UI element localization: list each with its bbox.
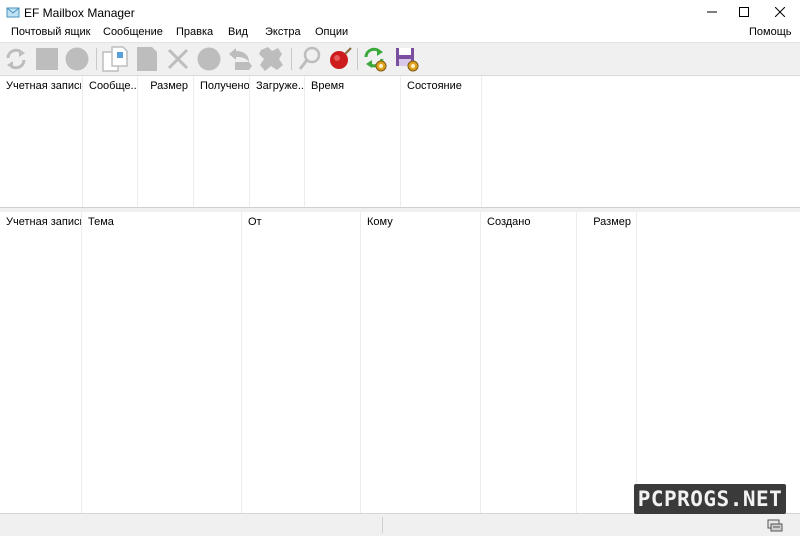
- menu-bar: Почтовый ящик Сообщение Правка Вид Экстр…: [0, 24, 800, 42]
- column-divider: [82, 76, 83, 208]
- column-divider: [360, 212, 361, 513]
- menu-message[interactable]: Сообщение: [101, 26, 165, 38]
- app-icon: [6, 7, 20, 18]
- watermark: PCPROGS.NET: [634, 484, 786, 514]
- accounts-col-time[interactable]: Время: [305, 76, 400, 96]
- menu-extra[interactable]: Экстра: [263, 26, 303, 38]
- toolbar-separator: [291, 48, 292, 70]
- minimize-button[interactable]: [695, 0, 729, 24]
- accounts-table[interactable]: Учетная запись Сообще... Размер Получено…: [0, 75, 800, 208]
- maximize-button[interactable]: [727, 0, 761, 24]
- close-button[interactable]: [763, 0, 797, 24]
- column-divider: [137, 76, 138, 208]
- search-icon[interactable]: [297, 46, 323, 72]
- accounts-col-account[interactable]: Учетная запись: [0, 76, 81, 96]
- column-divider: [480, 212, 481, 513]
- menu-edit[interactable]: Правка: [174, 26, 215, 38]
- stop-sign-icon[interactable]: [327, 46, 353, 72]
- menu-options[interactable]: Опции: [313, 26, 350, 38]
- reply-icon[interactable]: [227, 46, 253, 72]
- title-bar: EF Mailbox Manager: [0, 0, 800, 24]
- messages-col-created[interactable]: Создано: [481, 212, 576, 232]
- accounts-col-received[interactable]: Получено: [194, 76, 249, 96]
- refresh-icon[interactable]: [3, 46, 29, 72]
- accounts-col-state[interactable]: Состояние: [401, 76, 481, 96]
- column-divider: [249, 76, 250, 208]
- column-divider: [400, 76, 401, 208]
- column-divider: [241, 212, 242, 513]
- column-divider: [81, 212, 82, 513]
- accounts-col-size[interactable]: Размер: [138, 76, 193, 96]
- circle-icon[interactable]: [64, 46, 90, 72]
- stop-square-icon[interactable]: [34, 46, 60, 72]
- menu-help[interactable]: Помощь: [747, 26, 794, 38]
- menu-mailbox[interactable]: Почтовый ящик: [9, 26, 92, 38]
- accounts-col-messages[interactable]: Сообще...: [83, 76, 137, 96]
- minimize-icon: [707, 11, 717, 13]
- accounts-col-downloaded[interactable]: Загруже...: [250, 76, 304, 96]
- messages-col-to[interactable]: Кому: [361, 212, 480, 232]
- column-divider: [193, 76, 194, 208]
- toolbar: [0, 42, 800, 76]
- status-bar: [0, 513, 800, 536]
- network-icon[interactable]: [767, 518, 783, 532]
- messages-col-subject[interactable]: Тема: [82, 212, 241, 232]
- menu-view[interactable]: Вид: [226, 26, 250, 38]
- toolbar-separator: [357, 48, 358, 70]
- reply-all-icon[interactable]: [258, 46, 284, 72]
- save-settings-icon[interactable]: [394, 46, 420, 72]
- status-separator: [382, 517, 383, 533]
- page-icon[interactable]: [134, 46, 160, 72]
- close-icon: [775, 7, 785, 17]
- messages-col-account[interactable]: Учетная запись: [0, 212, 81, 232]
- messages-table[interactable]: Учетная запись Тема От Кому Создано Разм…: [0, 212, 800, 513]
- messages-col-size[interactable]: Размер: [577, 212, 636, 232]
- delete-x-icon[interactable]: [165, 46, 191, 72]
- window-title: EF Mailbox Manager: [24, 6, 135, 20]
- circle-icon[interactable]: [196, 46, 222, 72]
- column-divider: [636, 212, 637, 513]
- messages-col-from[interactable]: От: [242, 212, 360, 232]
- column-divider: [481, 76, 482, 208]
- sync-icon[interactable]: [362, 46, 388, 72]
- maximize-icon: [739, 7, 749, 17]
- column-divider: [304, 76, 305, 208]
- column-divider: [576, 212, 577, 513]
- toolbar-separator: [96, 48, 97, 70]
- copy-pages-icon[interactable]: [102, 46, 128, 72]
